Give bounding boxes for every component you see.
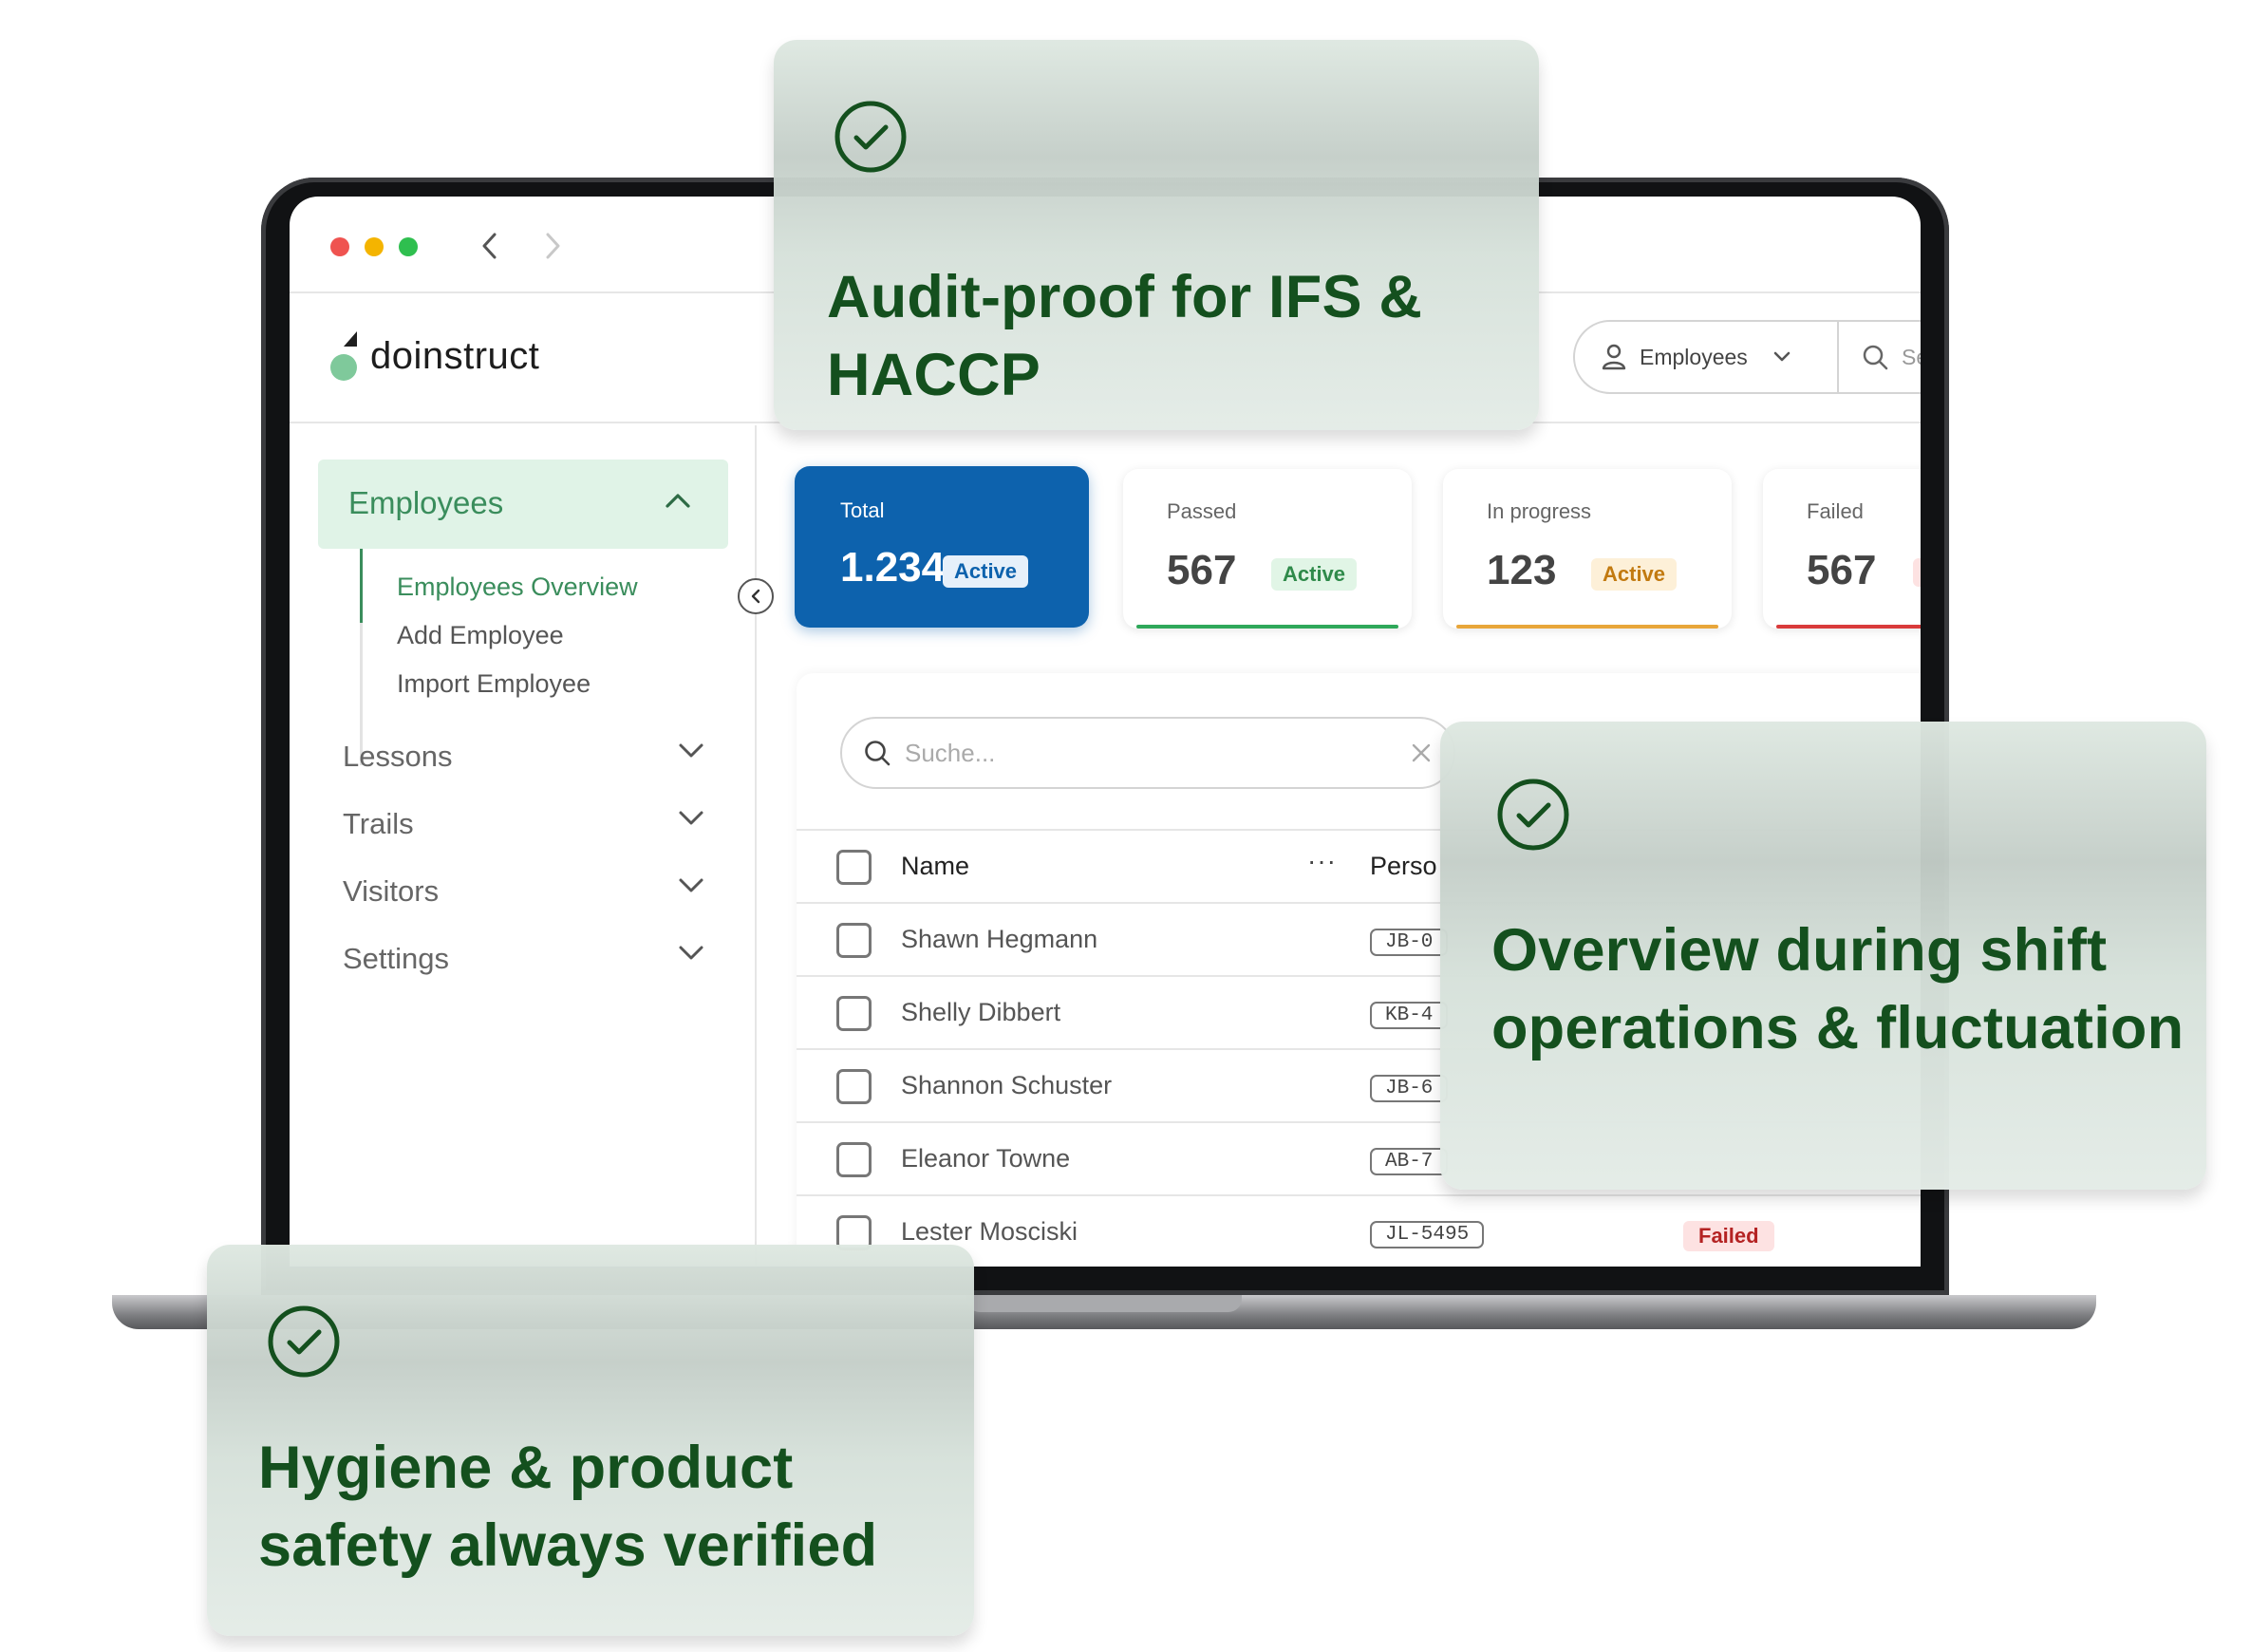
stat-value: 1.234: [840, 544, 946, 591]
column-header-name[interactable]: Name: [901, 852, 969, 881]
header-filter-search: Employees Se: [1573, 320, 1921, 394]
stat-value: 567: [1167, 547, 1237, 593]
logo-mark-icon: [330, 329, 359, 383]
stat-card-in-progress[interactable]: In progress 123 Active: [1443, 469, 1732, 629]
sidebar-subitem-employees-overview[interactable]: Employees Overview: [397, 573, 638, 602]
stat-card-passed[interactable]: Passed 567 Active: [1123, 469, 1412, 629]
stat-title: Total: [840, 498, 885, 522]
chevron-left-icon: [751, 589, 760, 604]
benefit-text: Audit-proof for IFS & HACCP: [827, 264, 1423, 408]
header-search-placeholder: Se: [1902, 344, 1921, 369]
stat-underline: [1776, 625, 1921, 629]
row-checkbox[interactable]: [836, 996, 872, 1031]
logo[interactable]: doinstruct: [330, 329, 539, 383]
stat-underline: [1456, 625, 1718, 629]
filter-label: Employees: [1640, 344, 1748, 369]
stat-title: Passed: [1167, 499, 1237, 523]
chevron-down-icon: [679, 811, 703, 825]
clear-icon[interactable]: [1408, 740, 1434, 766]
table-search-input[interactable]: [905, 738, 1379, 768]
chevron-up-icon: [666, 494, 690, 508]
sidebar: Employees Employees Overview Add Employe…: [290, 425, 757, 1267]
stat-title: In progress: [1487, 499, 1592, 523]
status-badge: Active: [1271, 558, 1358, 591]
collapse-sidebar-button[interactable]: [738, 578, 774, 614]
check-circle-icon: [266, 1304, 342, 1380]
personnel-code: KB-4: [1370, 1002, 1449, 1029]
header-search[interactable]: Se: [1839, 344, 1921, 370]
row-checkbox[interactable]: [836, 1142, 872, 1177]
select-all-checkbox[interactable]: [836, 850, 872, 885]
back-arrow-icon[interactable]: [476, 229, 504, 263]
sidebar-item-label: Employees: [348, 485, 504, 520]
chevron-down-icon: [1773, 351, 1791, 362]
sidebar-item-lessons[interactable]: Lessons: [343, 732, 705, 779]
employee-name: Shelly Dibbert: [901, 998, 1061, 1026]
benefit-card-audit: Audit-proof for IFS & HACCP: [774, 40, 1539, 430]
employee-name: Eleanor Towne: [901, 1144, 1071, 1173]
sidebar-item-label: Settings: [343, 942, 450, 975]
check-circle-icon: [1495, 777, 1571, 853]
sidebar-item-label: Visitors: [343, 874, 440, 908]
search-icon: [1863, 345, 1888, 370]
personnel-code: JL-5495: [1370, 1221, 1485, 1248]
chevron-down-icon: [679, 743, 703, 758]
sidebar-item-settings[interactable]: Settings: [343, 934, 705, 982]
minimize-window-button[interactable]: [365, 237, 384, 256]
chevron-down-icon: [679, 878, 703, 892]
laptop-base-notch: [966, 1295, 1242, 1312]
benefit-text: Overview during shift operations & fluct…: [1491, 917, 2184, 1061]
table-search: [840, 717, 1455, 789]
benefit-text: Hygiene & product safety always verified: [258, 1435, 878, 1579]
employee-name: Shannon Schuster: [901, 1071, 1113, 1099]
sidebar-item-label: Lessons: [343, 740, 453, 773]
status-badge: Failed: [1683, 1221, 1774, 1251]
search-icon: [865, 741, 891, 766]
benefit-card-overview: Overview during shift operations & fluct…: [1440, 722, 2206, 1190]
benefit-card-hygiene: Hygiene & product safety always verified: [207, 1245, 974, 1636]
forward-arrow-icon[interactable]: [538, 229, 567, 263]
personnel-code: JB-0: [1370, 929, 1449, 956]
maximize-window-button[interactable]: [399, 237, 418, 256]
chevron-down-icon: [679, 946, 703, 960]
stat-card-failed[interactable]: Failed 567: [1763, 469, 1921, 629]
stat-card-total[interactable]: Total 1.234 Active: [795, 466, 1089, 628]
status-badge: [1913, 558, 1921, 587]
stat-value: 567: [1807, 547, 1877, 593]
column-options-icon[interactable]: ···: [1307, 846, 1337, 876]
check-circle-icon: [833, 99, 909, 175]
subnav-active-indicator: [360, 549, 363, 623]
sidebar-subitem-import-employee[interactable]: Import Employee: [397, 669, 591, 699]
status-badge: Active: [943, 555, 1029, 588]
stat-title: Failed: [1807, 499, 1864, 523]
column-header-personnel[interactable]: Perso: [1370, 852, 1437, 881]
stat-value: 123: [1487, 547, 1557, 593]
sidebar-item-trails[interactable]: Trails: [343, 799, 705, 847]
stat-underline: [1136, 625, 1398, 629]
user-icon: [1602, 344, 1626, 370]
employee-name: Lester Mosciski: [901, 1217, 1078, 1246]
personnel-code: JB-6: [1370, 1075, 1449, 1102]
sidebar-item-label: Trails: [343, 807, 414, 840]
status-badge: Active: [1591, 558, 1678, 591]
employee-filter-dropdown[interactable]: Employees: [1575, 322, 1839, 392]
personnel-code: AB-7: [1370, 1148, 1449, 1175]
logo-text: doinstruct: [370, 334, 540, 377]
sidebar-item-visitors[interactable]: Visitors: [343, 867, 705, 914]
close-window-button[interactable]: [330, 237, 349, 256]
row-checkbox[interactable]: [836, 1069, 872, 1104]
employee-name: Shawn Hegmann: [901, 925, 1098, 953]
sidebar-subitem-add-employee[interactable]: Add Employee: [397, 621, 564, 650]
sidebar-item-employees[interactable]: Employees: [318, 460, 728, 549]
row-checkbox[interactable]: [836, 923, 872, 958]
